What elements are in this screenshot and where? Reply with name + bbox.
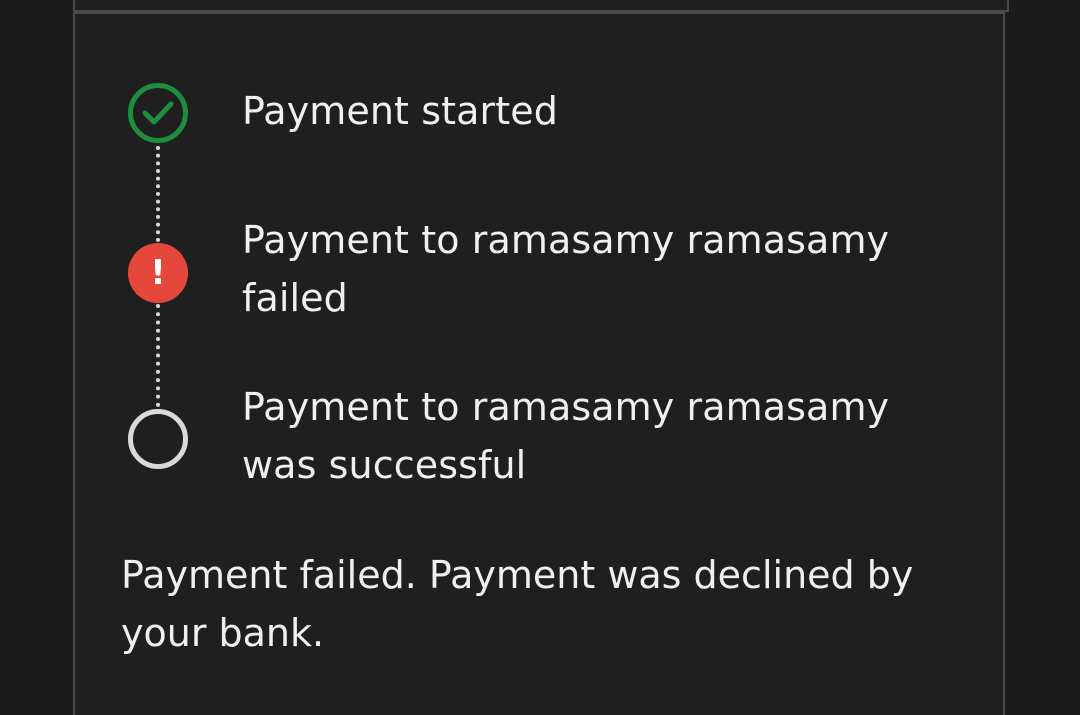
timeline-connector bbox=[156, 146, 160, 242]
check-circle-icon bbox=[128, 83, 188, 143]
step-payment-successful: Payment to ramasamy ramasamy was success… bbox=[242, 385, 890, 487]
payment-status-card: Payment started ! Payment to ramasamy ra… bbox=[73, 12, 1005, 715]
payment-timeline: Payment started ! Payment to ramasamy ra… bbox=[75, 14, 1003, 514]
error-icon: ! bbox=[128, 243, 188, 303]
timeline-connector bbox=[156, 304, 160, 407]
failure-message: Payment failed. Payment was declined by … bbox=[121, 553, 914, 655]
empty-circle-icon bbox=[128, 409, 188, 469]
previous-card-edge bbox=[73, 0, 1009, 12]
step-payment-started: Payment started bbox=[242, 89, 558, 133]
step-payment-failed: Payment to ramasamy ramasamy failed bbox=[242, 218, 890, 320]
error-icon-glyph: ! bbox=[150, 253, 166, 293]
payment-status-screen: Payment started ! Payment to ramasamy ra… bbox=[0, 0, 1080, 715]
